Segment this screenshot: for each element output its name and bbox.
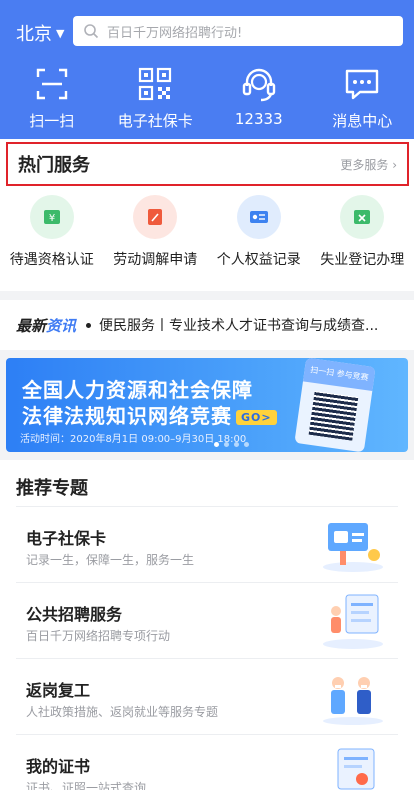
hot-services-section: 热门服务 更多服务 › ¥ 待遇资格认证 劳动调解申请 个人权益记录 失业登记办: [0, 139, 414, 291]
topic-return-to-work[interactable]: 返岗复工 人社政策措施、返岗就业等服务专题: [16, 658, 398, 734]
news-tag: 最新资讯: [16, 315, 76, 336]
quick-scan-label: 扫一扫: [29, 112, 75, 130]
promo-banner[interactable]: 全国人力资源和社会保障 法律法规知识网络竞赛 GO> 活动时间：2020年8月1日…: [6, 358, 408, 452]
id-card-icon: [236, 195, 281, 239]
banner-qr-card: 扫一扫 参与竞赛: [294, 358, 376, 452]
banner-card-header: 扫一扫 参与竞赛: [302, 358, 376, 392]
quick-social-card-label: 电子社保卡: [117, 112, 193, 130]
hot-services-list: ¥ 待遇资格认证 劳动调解申请 个人权益记录 失业登记办理: [0, 195, 414, 269]
more-services-link[interactable]: 更多服务 ›: [340, 156, 397, 173]
city-label: 北京: [16, 24, 52, 45]
recommended-list: 电子社保卡 记录一生，保障一生，服务一生 公共招聘服务 百日千万网络招聘专项行动…: [0, 506, 414, 790]
topic-social-card[interactable]: 电子社保卡 记录一生，保障一生，服务一生: [16, 506, 398, 582]
quick-hotline[interactable]: 12333: [207, 60, 311, 132]
service-label: 劳动调解申请: [113, 252, 198, 268]
news-ticker[interactable]: 最新资讯 便民服务丨专业技术人才证书查询与成绩查...: [0, 300, 414, 350]
svg-text:¥: ¥: [49, 213, 55, 224]
quick-messages-label: 消息中心: [332, 112, 393, 130]
hot-services-title: 热门服务: [18, 155, 90, 176]
topic-desc: 证书、证照一站式查询: [26, 781, 147, 790]
banner-go-badge: GO>: [236, 410, 277, 425]
qr-code-image: [308, 391, 359, 441]
banner-line2: 法律法规知识网络竞赛 GO>: [22, 400, 277, 429]
social-card-illustration: [323, 523, 383, 572]
topic-name: 电子社保卡: [26, 529, 107, 548]
topic-name: 公共招聘服务: [26, 605, 123, 624]
topic-name: 我的证书: [26, 757, 91, 776]
recruitment-illustration: [323, 594, 383, 649]
news-tag-a: 最新: [16, 316, 47, 335]
edit-document-icon: [133, 195, 178, 239]
scan-icon: [36, 68, 67, 100]
news-headline: 便民服务丨专业技术人才证书查询与成绩查...: [99, 318, 379, 334]
service-label: 个人权益记录: [216, 252, 301, 268]
quick-scan[interactable]: 扫一扫: [0, 60, 104, 132]
quick-messages[interactable]: 消息中心: [311, 60, 414, 132]
carousel-dot[interactable]: [214, 442, 219, 447]
headset-icon: [242, 68, 275, 102]
topic-desc: 人社政策措施、返岗就业等服务专题: [26, 705, 219, 719]
service-label: 待遇资格认证: [9, 252, 94, 268]
qr-code-icon: [139, 67, 172, 101]
recommended-section: 推荐专题 电子社保卡 记录一生，保障一生，服务一生 公共招聘服务 百日千万网络招…: [0, 460, 414, 790]
hot-services-header: 热门服务 更多服务 ›: [6, 142, 409, 186]
news-tag-b: 资讯: [46, 316, 77, 335]
register-form-icon: [340, 195, 385, 239]
service-labor-mediation[interactable]: 劳动调解申请: [104, 195, 208, 269]
yuan-badge-icon: ¥: [29, 195, 74, 239]
city-selector[interactable]: 北京 ▼: [16, 20, 64, 46]
banner-line1: 全国人力资源和社会保障: [22, 378, 253, 402]
carousel-dot[interactable]: [224, 442, 229, 447]
service-rights-record[interactable]: 个人权益记录: [207, 195, 311, 269]
carousel-dot[interactable]: [234, 442, 239, 447]
quick-hotline-label: 12333: [234, 110, 283, 128]
service-unemployment-register[interactable]: 失业登记办理: [311, 195, 414, 269]
bullet-dot: [86, 322, 92, 328]
carousel-dots: [214, 442, 249, 447]
search-placeholder: 百日千万网络招聘行动!: [107, 25, 243, 41]
topic-name: 返岗复工: [26, 681, 91, 700]
carousel-dot[interactable]: [244, 442, 249, 447]
topic-public-recruitment[interactable]: 公共招聘服务 百日千万网络招聘专项行动: [16, 582, 398, 658]
banner-time: 活动时间：2020年8月1日 09:00–9月30日 18:00: [20, 434, 247, 445]
quick-actions: 扫一扫 电子社保卡 12333 消息中心: [0, 60, 414, 132]
quick-social-card[interactable]: 电子社保卡: [104, 60, 208, 132]
topic-desc: 记录一生，保障一生，服务一生: [26, 553, 195, 567]
recommended-title: 推荐专题: [16, 478, 88, 499]
search-icon: [84, 24, 99, 39]
top-header: 北京 ▼ 百日千万网络招聘行动! 扫一扫 电子社保卡 12333 消息中心: [0, 0, 414, 139]
certificate-illustration: [337, 748, 375, 790]
banner-line2-text: 法律法规知识网络竞赛: [22, 404, 232, 428]
service-benefit-qualification[interactable]: ¥ 待遇资格认证: [0, 195, 104, 269]
return-work-illustration: [323, 677, 383, 725]
topic-my-certificates[interactable]: 我的证书 证书、证照一站式查询: [16, 734, 398, 790]
caret-down-icon: ▼: [56, 26, 65, 40]
message-icon: [346, 69, 379, 100]
topic-desc: 百日千万网络招聘专项行动: [26, 629, 171, 643]
search-bar[interactable]: 百日千万网络招聘行动!: [73, 16, 403, 46]
service-label: 失业登记办理: [320, 252, 405, 268]
